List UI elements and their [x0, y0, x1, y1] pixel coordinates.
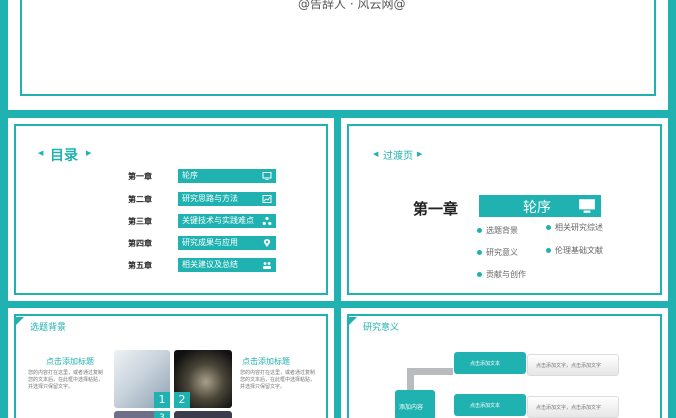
transition-point-1: 选题背景	[477, 225, 518, 236]
corner-triangle-icon	[16, 317, 24, 325]
bullet-dot-icon	[477, 250, 482, 255]
transition-point-2: 相关研究综述	[546, 222, 603, 233]
toc-label: 关键技术与实践难点	[178, 214, 276, 228]
monitor-icon	[579, 199, 595, 213]
background-title: 选题背景	[30, 323, 67, 333]
toc-chapter: 第一章	[128, 172, 152, 181]
transition-point-4: 伦理基础文献	[546, 245, 603, 256]
slide-top-border	[20, 0, 656, 96]
toc-chapter: 第三章	[128, 217, 152, 226]
item-text-box-2: 点击添加文字，点击添加文字	[527, 396, 619, 418]
bullet-dot-icon	[477, 228, 482, 233]
badge-1: 1	[154, 392, 170, 408]
center-label: 添加内容	[399, 404, 424, 411]
slide-top[interactable]: @告辞人 · 风云网@	[8, 0, 668, 110]
location-pin-icon	[263, 239, 271, 247]
toc-title: 目录	[50, 148, 78, 164]
item-label-box-2: 点击添加文本	[454, 394, 526, 416]
footer-text: @告辞人 · 风云网@	[298, 0, 406, 11]
toc-item-5[interactable]: 第五章 相关建议及总结	[8, 258, 334, 272]
people-icon	[263, 262, 271, 269]
toc-chapter: 第二章	[128, 195, 152, 204]
slide-significance[interactable]: 研究意义 添加内容 点击添加文本 点击添加文字，点击添加文字 点击添加文本 点击…	[341, 308, 668, 418]
transition-title: 过渡页	[383, 151, 413, 162]
toc-label: 研究思路与方法	[178, 192, 276, 206]
slide-toc[interactable]: ◀ 目录 ▶ 第一章 轮序 第二章 研究思路与方法 第三章 关键技术与实践难点 …	[8, 118, 334, 301]
toc-chapter: 第五章	[128, 261, 152, 270]
network-icon	[262, 216, 272, 226]
significance-title: 研究意义	[363, 323, 400, 333]
transition-chapter-bar: 轮序	[479, 195, 601, 217]
toc-chapter: 第四章	[128, 239, 152, 248]
item-text-box-1: 点击添加文字，点击添加文字	[527, 354, 619, 376]
badge-3: 3	[154, 411, 170, 418]
bullet-dot-icon	[546, 248, 551, 253]
center-box: 添加内容	[395, 390, 435, 418]
photo-lower-right	[174, 411, 232, 418]
monitor-icon	[262, 172, 272, 180]
background-heading-left: 点击添加标题	[46, 357, 94, 366]
toc-item-3[interactable]: 第三章 关键技术与实践难点	[8, 214, 334, 228]
bullet-dot-icon	[477, 272, 482, 277]
background-body-right: 您的内容打在这里，或者通过复制您的文本后，在此框中选择粘贴，并选择只保留文字。	[240, 370, 316, 390]
toc-arrow-right-icon: ▶	[86, 149, 92, 157]
badge-2: 2	[174, 392, 190, 408]
transition-chapter-name: 轮序	[523, 200, 551, 216]
transition-arrow-right-icon: ▶	[417, 150, 423, 158]
corner-triangle-icon	[349, 317, 357, 325]
transition-point-5: 贡献与创作	[477, 269, 526, 280]
background-heading-right: 点击添加标题	[242, 357, 290, 366]
toc-item-2[interactable]: 第二章 研究思路与方法	[8, 192, 334, 206]
item-label-box-1: 点击添加文本	[454, 352, 526, 374]
chart-icon	[262, 195, 272, 203]
transition-chapter: 第一章	[413, 200, 459, 218]
transition-arrow-left-icon: ◀	[373, 150, 379, 158]
toc-arrow-left-icon: ◀	[38, 149, 44, 157]
background-body-left: 您的内容打在这里，或者通过复制您的文本后，在此框中选择粘贴，并选择只保留文字。	[28, 370, 104, 390]
slide-transition[interactable]: ◀ 过渡页 ▶ 第一章 轮序 选题背景 相关研究综述 研究意义 伦理基础文献 贡…	[341, 118, 668, 301]
toc-item-1[interactable]: 第一章 轮序	[8, 169, 334, 183]
slide-background[interactable]: 选题背景 点击添加标题 您的内容打在这里，或者通过复制您的文本后，在此框中选择粘…	[8, 308, 334, 418]
transition-point-3: 研究意义	[477, 247, 518, 258]
toc-item-4[interactable]: 第四章 研究成果与应用	[8, 236, 334, 250]
toc-label: 相关建议及总结	[178, 258, 276, 272]
toc-label: 轮序	[178, 169, 276, 183]
toc-label: 研究成果与应用	[178, 236, 276, 250]
bullet-dot-icon	[546, 225, 551, 230]
